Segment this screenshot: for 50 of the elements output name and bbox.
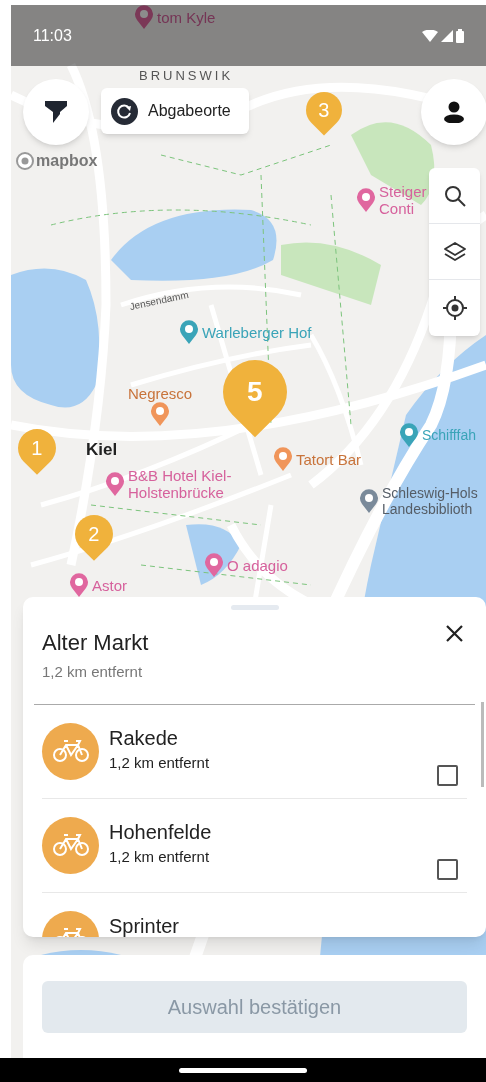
drag-handle — [231, 605, 279, 610]
map-pin-icon[interactable] — [69, 573, 89, 597]
map-pin-icon[interactable] — [105, 472, 125, 496]
map-pin-icon[interactable] — [273, 447, 293, 471]
layers-icon — [443, 241, 466, 262]
bike-name: Sprinter — [109, 913, 180, 937]
map-label: BRUNSWIK — [139, 67, 234, 85]
checkbox[interactable] — [437, 764, 458, 786]
bike-distance: 1,2 km entfernt — [109, 752, 210, 773]
dropoff-filter-chip[interactable]: Abgabeorte — [101, 88, 249, 134]
refresh-icon — [111, 97, 138, 125]
bike-name: Hohenfelde — [109, 819, 212, 845]
map-pin-icon[interactable] — [356, 188, 376, 212]
map-pin-icon[interactable] — [134, 5, 154, 29]
sheet-title: Alter Markt — [42, 629, 149, 657]
status-time: 11:03 — [33, 25, 72, 46]
person-icon — [444, 101, 464, 123]
bike-list-item[interactable]: Rakede 1,2 km entfernt — [42, 704, 467, 799]
map-pin-icon[interactable] — [399, 423, 419, 447]
map-label: Tatort Bar — [296, 450, 362, 468]
map-pin-icon[interactable] — [204, 553, 224, 577]
map-label: B&B Hotel Kiel- Holstenbrücke — [128, 467, 232, 501]
wifi-icon — [422, 29, 438, 42]
mapbox-logo-icon — [16, 152, 34, 170]
crosshair-icon — [442, 296, 467, 320]
bike-list-item[interactable]: Hohenfelde 1,2 km entfernt — [42, 798, 467, 893]
bicycle-icon — [52, 834, 89, 856]
map-label: O adagio — [227, 556, 288, 574]
signal-icon — [441, 29, 453, 42]
map-label: Negresco — [128, 385, 193, 402]
bike-name: Rakede — [109, 725, 179, 751]
street-label: Jensendamm — [128, 287, 190, 315]
map-pin-icon[interactable] — [150, 402, 171, 426]
map-label: Steiger Conti — [379, 183, 427, 217]
sheet-subtitle: 1,2 km entfernt — [42, 662, 144, 682]
battery-icon — [456, 28, 464, 43]
map-label: Warleberger Hof — [202, 323, 312, 341]
map-pin-icon[interactable] — [359, 489, 379, 513]
map-label: Kiel — [86, 439, 118, 461]
bike-distance: 1,2 km entfernt — [109, 846, 211, 867]
filter-icon — [45, 101, 67, 123]
checkbox[interactable] — [437, 858, 458, 880]
map-pin-icon[interactable] — [179, 320, 199, 344]
map-attribution[interactable]: mapbox — [36, 149, 98, 173]
search-icon — [443, 184, 466, 207]
close-icon — [445, 624, 463, 642]
home-indicator[interactable] — [179, 1067, 307, 1073]
map-label: Astor — [92, 576, 127, 594]
bicycle-icon — [52, 740, 89, 762]
map-label: tom Kyle — [157, 8, 216, 26]
